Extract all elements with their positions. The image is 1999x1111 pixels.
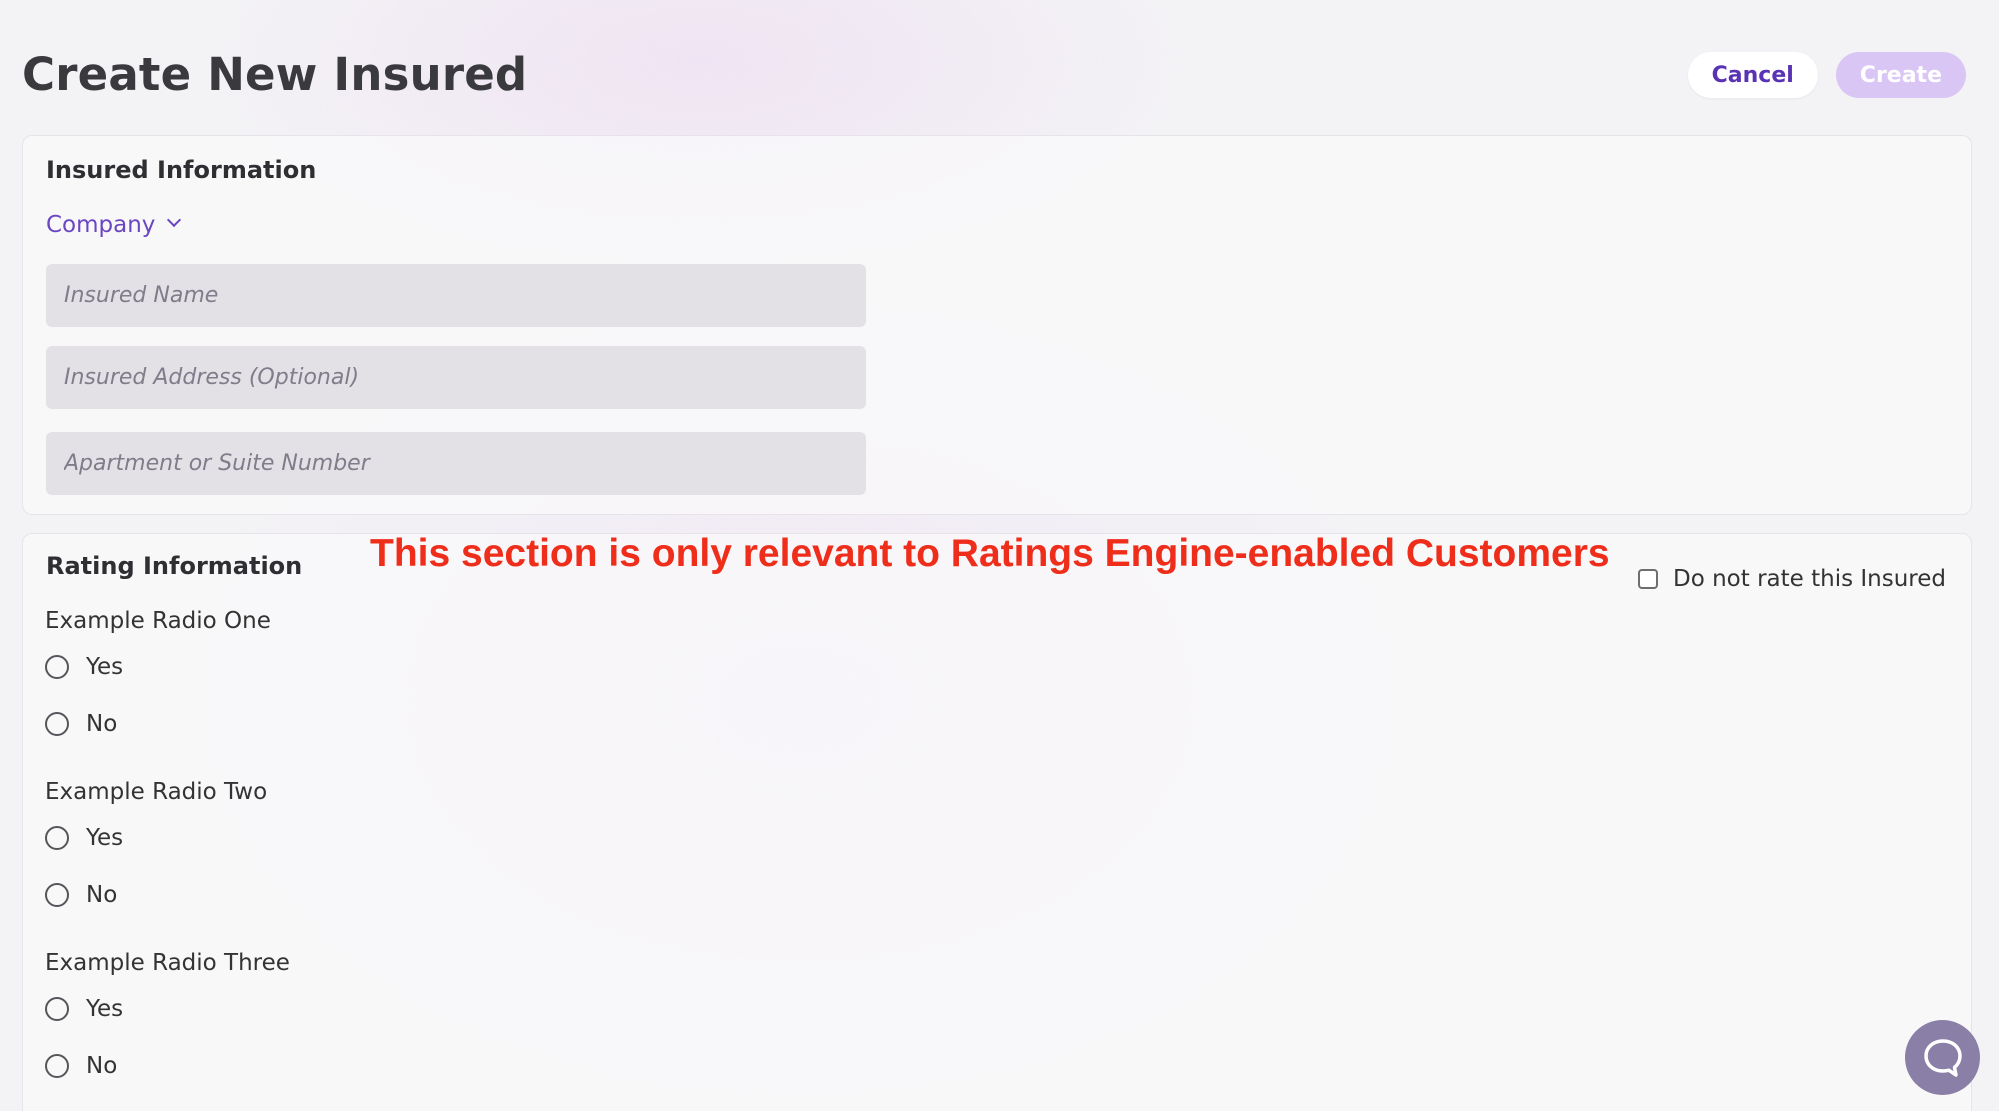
radio-button[interactable] xyxy=(45,883,69,907)
chat-button[interactable] xyxy=(1905,1020,1980,1095)
question-label: Example Radio Two xyxy=(45,779,268,805)
chat-bubble-icon xyxy=(1923,1038,1962,1077)
radio-option-label: Yes xyxy=(86,654,124,680)
radio-button[interactable] xyxy=(45,1054,69,1078)
radio-option-label: Yes xyxy=(86,996,124,1022)
radio-option-no[interactable]: No xyxy=(45,1053,117,1079)
do-not-rate-option[interactable]: Do not rate this Insured xyxy=(1638,566,1946,592)
cancel-button[interactable]: Cancel xyxy=(1687,52,1818,98)
insured-address-input[interactable] xyxy=(46,346,866,409)
question-label: Example Radio Three xyxy=(45,950,290,976)
radio-button[interactable] xyxy=(45,712,69,736)
rating-information-title: Rating Information xyxy=(46,552,303,580)
radio-option-yes[interactable]: Yes xyxy=(45,825,123,851)
entity-type-label: Company xyxy=(46,212,156,238)
radio-option-yes[interactable]: Yes xyxy=(45,654,123,680)
do-not-rate-checkbox[interactable] xyxy=(1638,569,1658,589)
radio-option-no[interactable]: No xyxy=(45,711,117,737)
radio-option-label: No xyxy=(86,882,118,908)
insured-information-title: Insured Information xyxy=(46,156,317,184)
do-not-rate-label: Do not rate this Insured xyxy=(1673,566,1947,592)
radio-option-no[interactable]: No xyxy=(45,882,117,908)
rating-information-card: Rating Information xyxy=(22,533,1972,1111)
insured-name-input[interactable] xyxy=(46,264,866,327)
radio-option-yes[interactable]: Yes xyxy=(45,996,123,1022)
radio-option-label: No xyxy=(86,1053,118,1079)
page-title: Create New Insured xyxy=(22,48,528,101)
insured-information-card: Insured Information Company xyxy=(22,135,1972,515)
entity-type-dropdown[interactable]: Company xyxy=(46,212,182,238)
radio-option-label: No xyxy=(86,711,118,737)
question-label: Example Radio One xyxy=(45,608,271,634)
header-actions: Cancel Create xyxy=(1687,52,1966,98)
create-button[interactable]: Create xyxy=(1835,52,1966,98)
radio-button[interactable] xyxy=(45,826,69,850)
suite-number-input[interactable] xyxy=(46,432,866,495)
annotation-note: This section is only relevant to Ratings… xyxy=(370,532,1610,575)
radio-button[interactable] xyxy=(45,655,69,679)
chevron-down-icon xyxy=(167,212,182,228)
radio-button[interactable] xyxy=(45,997,69,1021)
radio-option-label: Yes xyxy=(86,825,124,851)
